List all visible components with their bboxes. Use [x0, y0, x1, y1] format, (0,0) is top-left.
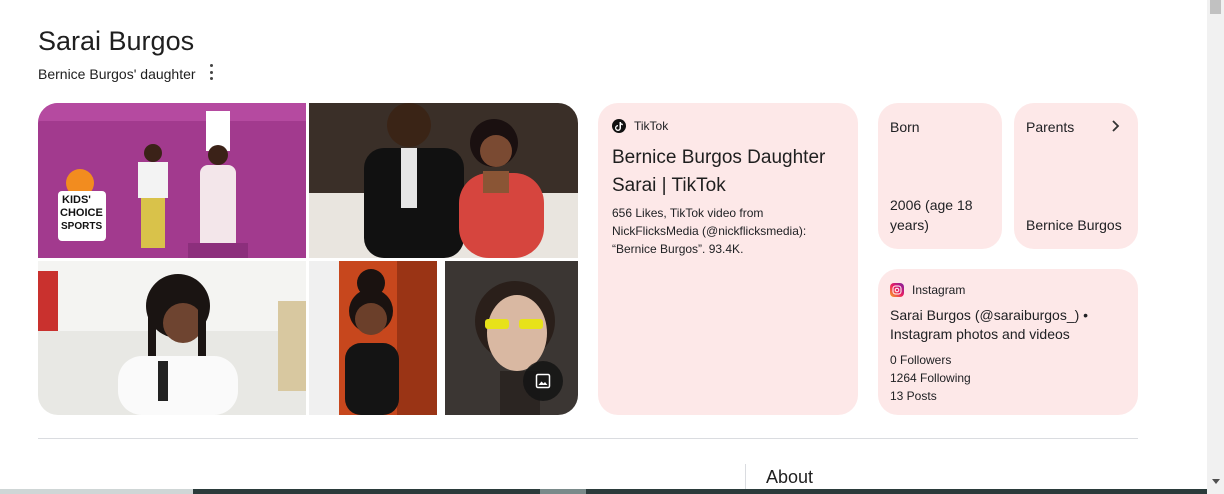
- chevron-right-icon[interactable]: [1108, 119, 1122, 133]
- instagram-stats: 0 Followers 1264 Following 13 Posts: [890, 351, 971, 405]
- instagram-card[interactable]: Instagram Sarai Burgos (@saraiburgos_) •…: [878, 269, 1138, 415]
- parents-card[interactable]: Parents Bernice Burgos: [1014, 103, 1138, 249]
- page-title: Sarai Burgos: [38, 26, 195, 56]
- car-seat-photo[interactable]: [309, 261, 437, 415]
- kids-choice-sports-photo[interactable]: KIDS' CHOICE SPORTS: [38, 103, 306, 258]
- tiktok-description: 656 Likes, TikTok video from NickFlicksM…: [612, 206, 807, 256]
- more-vert-icon[interactable]: [206, 64, 216, 80]
- instagram-headline[interactable]: Sarai Burgos (@saraiburgos_) • Instagram…: [890, 306, 1126, 344]
- tiktok-headline[interactable]: Bernice Burgos Daughter Sarai | TikTok: [612, 144, 848, 200]
- taskbar-active-segment: [540, 489, 586, 494]
- about-heading: About: [766, 467, 814, 487]
- scrollbar-thumb[interactable]: [1210, 0, 1221, 14]
- born-value: 2006 (age 18 years): [890, 197, 973, 233]
- scroll-down-arrow-icon[interactable]: [1212, 479, 1220, 484]
- vertical-scrollbar[interactable]: [1207, 0, 1224, 494]
- instagram-source: Instagram: [890, 283, 965, 297]
- instagram-source-label: Instagram: [912, 283, 966, 297]
- couple-photo[interactable]: [309, 103, 578, 258]
- kca-text-2: CHOICE: [60, 207, 103, 219]
- instagram-following: 1264 Following: [890, 371, 971, 385]
- taskbar-dark-segment: [193, 489, 1207, 494]
- parents-value[interactable]: Bernice Burgos: [1026, 215, 1136, 235]
- kca-text-3: SPORTS: [61, 221, 102, 232]
- born-label: Born: [890, 119, 920, 135]
- born-card: Born 2006 (age 18 years): [878, 103, 1002, 249]
- instagram-posts: 13 Posts: [890, 389, 937, 403]
- page-subtitle: Bernice Burgos' daughter: [38, 66, 196, 82]
- taskbar-strip: [0, 489, 1207, 494]
- tiktok-card[interactable]: TikTok Bernice Burgos Daughter Sarai | T…: [598, 103, 858, 415]
- instagram-followers: 0 Followers: [890, 353, 952, 367]
- instagram-icon: [890, 283, 904, 297]
- parents-label: Parents: [1026, 119, 1075, 135]
- tiktok-icon: [612, 119, 626, 133]
- kca-text-1: KIDS': [62, 194, 91, 206]
- tiktok-source-label: TikTok: [634, 119, 669, 133]
- image-gallery: KIDS' CHOICE SPORTS: [38, 103, 578, 415]
- tiktok-source: TikTok: [612, 119, 668, 133]
- image-icon[interactable]: [523, 361, 563, 401]
- section-divider: [38, 438, 1138, 439]
- braids-photo[interactable]: [38, 261, 306, 415]
